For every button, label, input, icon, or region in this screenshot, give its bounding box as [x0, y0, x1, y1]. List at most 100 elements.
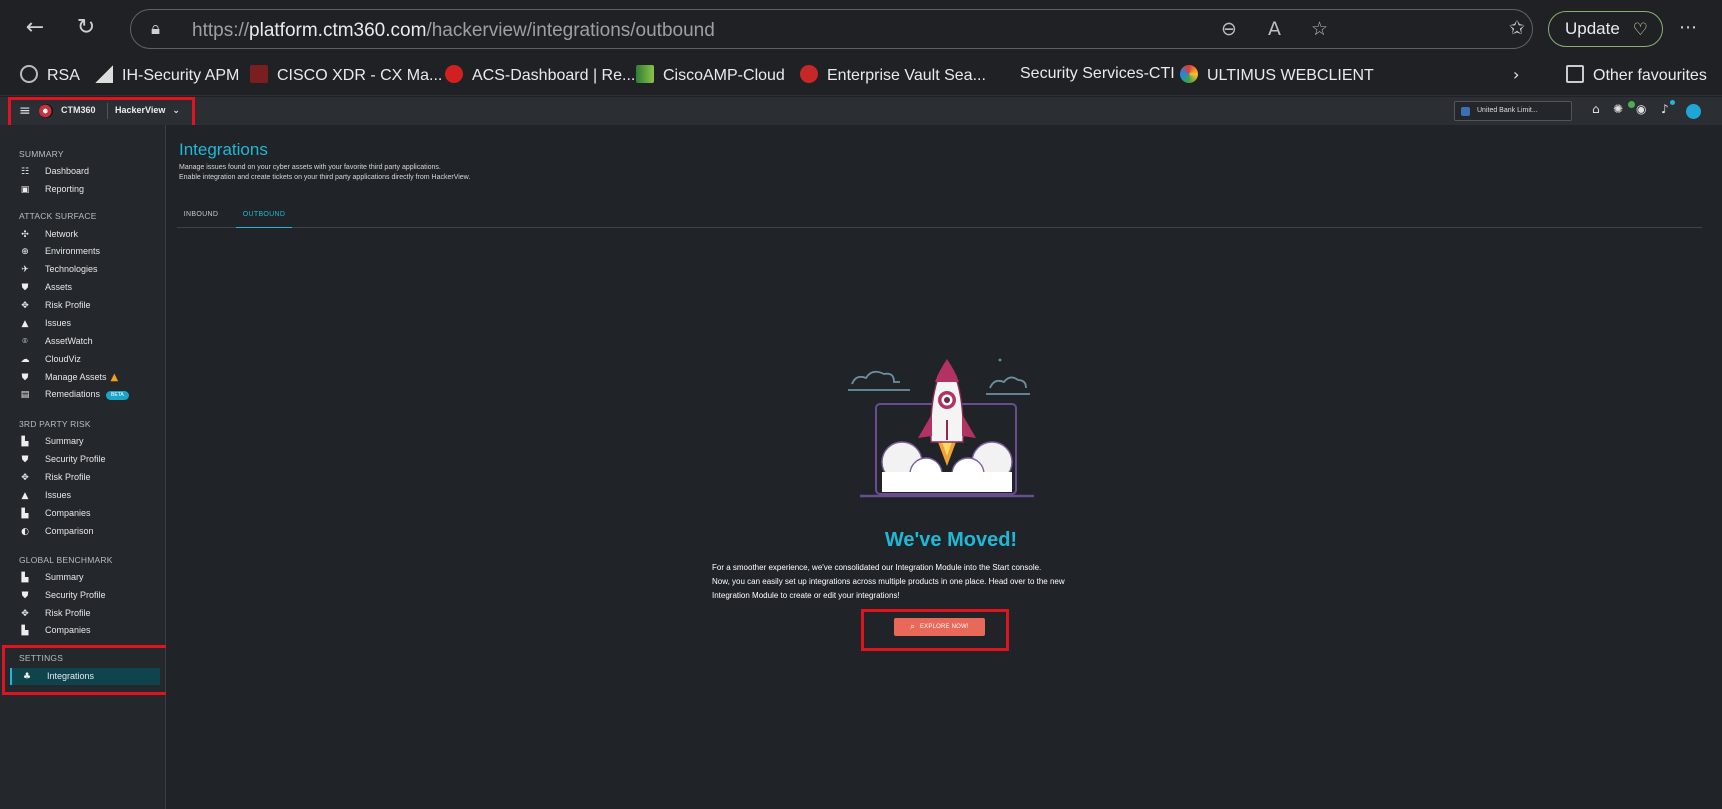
- section-attack-surface: ATTACK SURFACE: [19, 211, 97, 221]
- refresh-icon[interactable]: ↻: [66, 10, 106, 46]
- sidebar-item-tpr-issues[interactable]: ▲ Issues: [19, 487, 161, 504]
- bookmark-ih-security[interactable]: IH-Security APM: [95, 65, 239, 85]
- tab-inbound[interactable]: INBOUND: [179, 207, 223, 228]
- other-favourites[interactable]: Other favourites: [1566, 65, 1707, 85]
- bookmark-rsa[interactable]: RSA: [20, 65, 80, 85]
- cisco-icon: [250, 65, 268, 83]
- assetwatch-icon: ⌾: [22, 337, 28, 347]
- remediations-icon: ▤: [20, 390, 30, 400]
- browser-chrome: ← ↻ 🔒︎ https://platform.ctm360.com/hacke…: [0, 0, 1722, 96]
- highlight-explore-button: [861, 609, 1009, 651]
- shield-icon: ⛊: [21, 591, 29, 601]
- tab-bar: INBOUND OUTBOUND: [177, 207, 1702, 228]
- update-button[interactable]: Update ♡: [1548, 11, 1663, 47]
- highlight-settings-integrations: [2, 645, 170, 695]
- heartbeat-icon: ♡: [1632, 20, 1648, 40]
- sidebar-item-environments[interactable]: ⊕ Environments: [19, 243, 161, 260]
- notification-badge: [1670, 100, 1675, 105]
- sidebar-item-reporting[interactable]: ▣ Reporting: [19, 181, 161, 198]
- bookmark-ciscoamp[interactable]: CiscoAMP-Cloud: [636, 65, 785, 85]
- favorite-star-icon[interactable]: ☆: [1311, 18, 1328, 40]
- sidebar-item-issues[interactable]: ▲ Issues: [19, 315, 161, 332]
- zoom-out-icon[interactable]: ⊖: [1221, 18, 1237, 40]
- shield-icon: ⛊: [21, 373, 29, 383]
- url-text: https://platform.ctm360.com/hackerview/i…: [192, 20, 715, 41]
- reporting-icon: ▣: [20, 185, 30, 195]
- globe-icon: [20, 65, 38, 83]
- help-icon[interactable]: ◉: [1636, 102, 1646, 116]
- bookmark-security-services[interactable]: Security Services-CTI: [1020, 65, 1175, 83]
- address-bar[interactable]: 🔒︎ https://platform.ctm360.com/hackervie…: [130, 9, 1533, 49]
- folder-icon: [1566, 65, 1584, 83]
- sidebar-item-assets[interactable]: ⛊ Assets: [19, 279, 161, 296]
- sidebar: SUMMARY ☷ Dashboard ▣ Reporting ATTACK SUR…: [0, 125, 166, 809]
- section-global-benchmark: GLOBAL BENCHMARK: [19, 555, 113, 565]
- home-icon[interactable]: ⌂: [1592, 102, 1600, 116]
- sidebar-item-remediations[interactable]: ▤ Remediations BETA: [19, 386, 161, 403]
- section-summary: SUMMARY: [19, 149, 64, 159]
- risk-profile-icon: ✥: [21, 473, 29, 483]
- sidebar-item-gb-risk-profile[interactable]: ✥ Risk Profile: [19, 605, 161, 622]
- warning-triangle-icon: ▲: [21, 491, 29, 501]
- sidebar-item-gb-companies[interactable]: ▙ Companies: [19, 622, 161, 639]
- sidebar-item-manage-assets[interactable]: ⛊ Manage Assets ▲: [19, 369, 161, 386]
- bookmark-ultimus[interactable]: ULTIMUS WEBCLIENT: [1180, 65, 1374, 85]
- environments-icon: ⊕: [21, 247, 29, 257]
- announcement-icon[interactable]: ✺: [1613, 102, 1623, 116]
- cloud-icon: ☁: [20, 355, 30, 365]
- sidebar-item-gb-security-profile[interactable]: ⛊ Security Profile: [19, 587, 161, 604]
- section-third-party-risk: 3RD PARTY RISK: [19, 419, 91, 429]
- app-header: ≡ CTM360 HackerView ⌄ United Bank Limit..…: [0, 97, 1722, 125]
- beta-badge: BETA: [106, 391, 129, 400]
- announcement-badge: [1628, 101, 1635, 108]
- cloud-right-icon: [989, 376, 1027, 389]
- sidebar-item-network[interactable]: ✣ Network: [19, 226, 161, 243]
- org-selector[interactable]: United Bank Limit...: [1454, 101, 1572, 121]
- bookmark-enterprise-vault[interactable]: Enterprise Vault Sea...: [800, 65, 986, 85]
- vault-icon: [800, 65, 818, 83]
- sidebar-item-dashboard[interactable]: ☷ Dashboard: [19, 163, 161, 180]
- page-title: Integrations: [179, 140, 268, 159]
- page-description: Manage issues found on your cyber assets…: [179, 164, 471, 181]
- sidebar-item-technologies[interactable]: ✈ Technologies: [19, 261, 161, 278]
- address-row: ← ↻ 🔒︎ https://platform.ctm360.com/hacke…: [0, 0, 1722, 57]
- risk-profile-icon: ✥: [21, 301, 29, 311]
- comparison-icon: ◐: [21, 527, 29, 537]
- companies-icon: ▙: [21, 626, 29, 636]
- cloud-left-icon: [851, 370, 900, 385]
- shield-icon: ⛊: [21, 283, 29, 293]
- chevron-right-icon[interactable]: ›: [1513, 65, 1519, 84]
- bookmark-acs-dashboard[interactable]: ACS-Dashboard | Re...: [445, 65, 635, 85]
- bookmarks-bar: RSA IH-Security APM CISCO XDR - CX Ma...…: [0, 57, 1722, 96]
- notification-bell-icon[interactable]: ♪: [1661, 102, 1669, 116]
- back-arrow-icon[interactable]: ←: [15, 10, 55, 46]
- sidebar-item-gb-summary[interactable]: ▙ Summary: [19, 569, 161, 586]
- main-content: Integrations Manage issues found on your…: [166, 125, 1722, 809]
- avatar[interactable]: [1686, 104, 1701, 119]
- summary-icon: ▙: [21, 437, 29, 447]
- dashboard-icon: ☷: [20, 167, 30, 177]
- rocket-illustration: [848, 358, 1034, 498]
- more-menu-icon[interactable]: ⋯: [1668, 10, 1708, 46]
- bookmark-cisco-xdr[interactable]: CISCO XDR - CX Ma...: [250, 65, 442, 85]
- sidebar-item-assetwatch[interactable]: ⌾ AssetWatch: [19, 333, 161, 350]
- summary-icon: ▙: [21, 573, 29, 583]
- tab-outbound[interactable]: OUTBOUND: [236, 207, 292, 228]
- network-icon: ✣: [21, 230, 29, 240]
- sidebar-item-tpr-summary[interactable]: ▙ Summary: [19, 433, 161, 450]
- favorites-icon[interactable]: ✩: [1497, 10, 1537, 46]
- sidebar-item-tpr-comparison[interactable]: ◐ Comparison: [19, 523, 161, 540]
- companies-icon: ▙: [21, 509, 29, 519]
- org-icon: [1461, 107, 1470, 116]
- sidebar-item-cloudviz[interactable]: ☁ CloudViz: [19, 351, 161, 368]
- sidebar-item-tpr-risk-profile[interactable]: ✥ Risk Profile: [19, 469, 161, 486]
- sidebar-item-risk-profile[interactable]: ✥ Risk Profile: [19, 297, 161, 314]
- moved-message: For a smoother experience, we've consoli…: [712, 563, 1065, 600]
- read-aloud-icon[interactable]: A: [1268, 18, 1281, 40]
- sidebar-item-tpr-companies[interactable]: ▙ Companies: [19, 505, 161, 522]
- sidebar-item-tpr-security-profile[interactable]: ⛊ Security Profile: [19, 451, 161, 468]
- moved-title: We've Moved!: [884, 529, 1018, 551]
- amp-icon: [636, 65, 654, 83]
- lock-icon: 🔒︎: [151, 19, 161, 39]
- technologies-icon: ✈: [21, 265, 29, 275]
